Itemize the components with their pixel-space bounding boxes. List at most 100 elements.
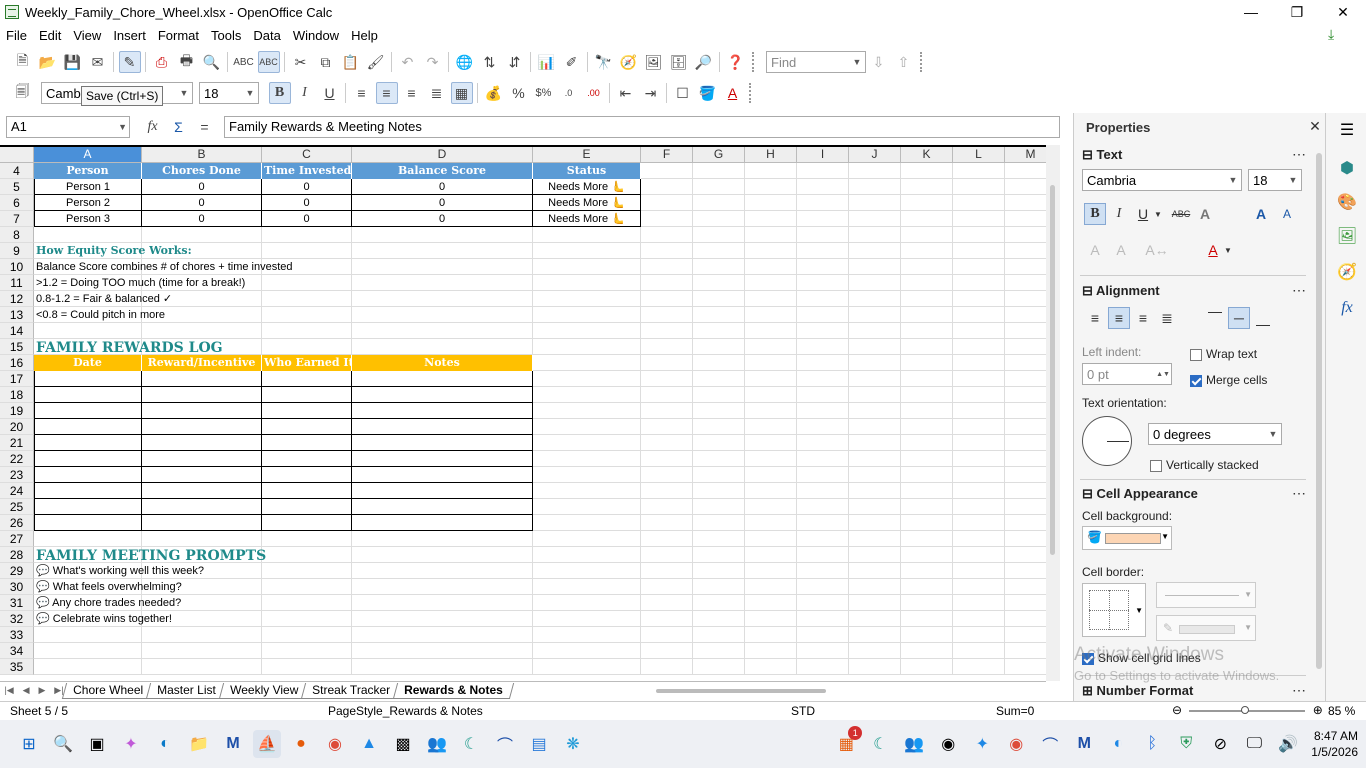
notepad-icon[interactable]: ▤ [525, 730, 553, 758]
sidebar-scrollbar[interactable] [1316, 153, 1322, 669]
border-line-color-combo[interactable]: ✎ ▼ [1156, 615, 1256, 641]
row-header-27[interactable]: 27 [0, 531, 34, 547]
rewards-empty-cell[interactable] [352, 371, 533, 387]
rewards-empty-cell[interactable] [34, 499, 142, 515]
sidebar-font-combo[interactable]: Cambria ▼ [1082, 169, 1242, 191]
rewards-empty-cell[interactable] [352, 435, 533, 451]
menu-window[interactable]: Window [287, 28, 345, 43]
equity-cell[interactable]: Person 2 [34, 195, 142, 211]
merge-cells-icon[interactable]: ▦ [450, 82, 473, 104]
start-icon[interactable]: ⊞ [15, 730, 43, 758]
app-icon-2[interactable]: ▩ [389, 730, 417, 758]
rewards-empty-cell[interactable] [142, 483, 262, 499]
equity-header-1[interactable]: Chores Done [142, 163, 262, 179]
merge-cells-checkbox[interactable]: Merge cells [1190, 373, 1267, 387]
row-header-35[interactable]: 35 [0, 659, 34, 675]
sidebar-justify-icon[interactable]: ≣ [1156, 307, 1178, 329]
column-header-d[interactable]: D [352, 147, 533, 163]
rewards-empty-cell[interactable] [34, 419, 142, 435]
add-decimal-icon[interactable]: .0 [558, 82, 580, 104]
rewards-empty-cell[interactable] [352, 499, 533, 515]
row-header-19[interactable]: 19 [0, 403, 34, 419]
rewards-empty-cell[interactable] [142, 387, 262, 403]
rewards-empty-cell[interactable] [142, 403, 262, 419]
selection-mode[interactable]: STD [791, 704, 815, 718]
menu-data[interactable]: Data [247, 28, 286, 43]
rewards-empty-cell[interactable] [352, 451, 533, 467]
clock[interactable]: 8:47 AM 1/5/2026 [1311, 728, 1358, 760]
row-header-12[interactable]: 12 [0, 291, 34, 307]
network-off-icon[interactable]: ⊘ [1206, 730, 1234, 758]
sidebar-align-right-icon[interactable]: ≡ [1132, 307, 1154, 329]
left-indent-spinner[interactable]: 0 pt ▲▼ [1082, 363, 1172, 385]
row-header-7[interactable]: 7 [0, 211, 34, 227]
row-header-8[interactable]: 8 [0, 227, 34, 243]
row-header-32[interactable]: 32 [0, 611, 34, 627]
file-explorer-icon[interactable]: 📁 [185, 730, 213, 758]
meeting-prompt[interactable]: 💬 What's working well this week? [34, 563, 641, 579]
menu-tools[interactable]: Tools [205, 28, 247, 43]
styles-deck-icon[interactable]: 🎨 [1336, 191, 1358, 213]
row-header-14[interactable]: 14 [0, 323, 34, 339]
tab-weekly-view[interactable]: Weekly View [218, 682, 310, 699]
find-next-icon[interactable]: ⇩ [868, 51, 890, 73]
font-color-dropdown-icon[interactable]: ▼ [1222, 239, 1234, 261]
equity-cell[interactable]: 0 [352, 211, 533, 227]
column-header-j[interactable]: J [849, 147, 901, 163]
row-header-16[interactable]: 16 [0, 355, 34, 371]
copilot-icon[interactable]: ✦ [117, 730, 145, 758]
zoom-level[interactable]: 85 % [1328, 704, 1355, 718]
row-header-20[interactable]: 20 [0, 419, 34, 435]
align-right-icon[interactable]: ≡ [401, 82, 423, 104]
rewards-empty-cell[interactable] [142, 451, 262, 467]
character-spacing-icon[interactable]: A↔ [1145, 239, 1168, 261]
security-icon[interactable]: ⛨ [1172, 730, 1200, 758]
rewards-empty-cell[interactable] [262, 371, 352, 387]
underline-icon[interactable]: U [319, 82, 341, 104]
alignment-more-icon[interactable]: ⋯ [1288, 279, 1310, 301]
column-header-h[interactable]: H [745, 147, 797, 163]
column-header-i[interactable]: I [797, 147, 849, 163]
tab-master-list[interactable]: Master List [145, 682, 227, 699]
app-icon-5[interactable]: ❋ [559, 730, 587, 758]
rewards-empty-cell[interactable] [262, 483, 352, 499]
cut-icon[interactable]: ✂ [290, 51, 312, 73]
copy-icon[interactable]: ⧉ [315, 51, 337, 73]
row-header-26[interactable]: 26 [0, 515, 34, 531]
sidebar-menu-icon[interactable]: ☰ [1336, 119, 1358, 141]
vertical-scrollbar[interactable] [1046, 145, 1060, 681]
underline-dropdown-icon[interactable]: ▼ [1152, 203, 1164, 225]
rewards-empty-cell[interactable] [262, 419, 352, 435]
functions-deck-icon[interactable]: fx [1336, 297, 1358, 319]
edge-icon[interactable]: ◐ [151, 730, 179, 758]
equity-header-2[interactable]: Time Invested [262, 163, 352, 179]
gallery-deck-icon[interactable]: 🖼 [1336, 225, 1358, 247]
tray-icon-3[interactable]: ✦ [968, 730, 996, 758]
save-icon[interactable]: 💾 [62, 51, 84, 73]
spellcheck-icon[interactable]: ABC [233, 51, 255, 73]
italic-icon[interactable]: I [294, 82, 316, 104]
rewards-empty-cell[interactable] [262, 435, 352, 451]
row-header-22[interactable]: 22 [0, 451, 34, 467]
increase-indent-icon[interactable]: ⇥ [640, 82, 662, 104]
maximize-button[interactable]: ❐ [1274, 0, 1320, 24]
rewards-empty-cell[interactable] [352, 483, 533, 499]
equity-cell[interactable]: Person 3 [34, 211, 142, 227]
open-folder-icon[interactable]: 📂 [37, 51, 59, 73]
delete-decimal-icon[interactable]: .00 [583, 82, 605, 104]
edit-file-icon[interactable]: ✎ [118, 51, 141, 73]
equity-cell[interactable]: 0 [262, 195, 352, 211]
column-header-m[interactable]: M [1005, 147, 1046, 163]
row-header-17[interactable]: 17 [0, 371, 34, 387]
equity-cell[interactable]: 0 [142, 195, 262, 211]
menu-format[interactable]: Format [152, 28, 205, 43]
column-header-g[interactable]: G [693, 147, 745, 163]
format-paintbrush-icon[interactable]: 🖌 [365, 51, 387, 73]
number-format-more-icon[interactable]: ⋯ [1288, 679, 1310, 701]
rewards-header-2[interactable]: Who Earned It [262, 355, 354, 371]
tray-icon-2[interactable]: ◉ [934, 730, 962, 758]
draw-functions-icon[interactable]: ✐ [561, 51, 583, 73]
how-equity-title[interactable]: How Equity Score Works: [34, 243, 533, 259]
autospellcheck-icon[interactable]: ABC [257, 51, 280, 73]
background-color-icon[interactable]: 🪣 [697, 82, 719, 104]
